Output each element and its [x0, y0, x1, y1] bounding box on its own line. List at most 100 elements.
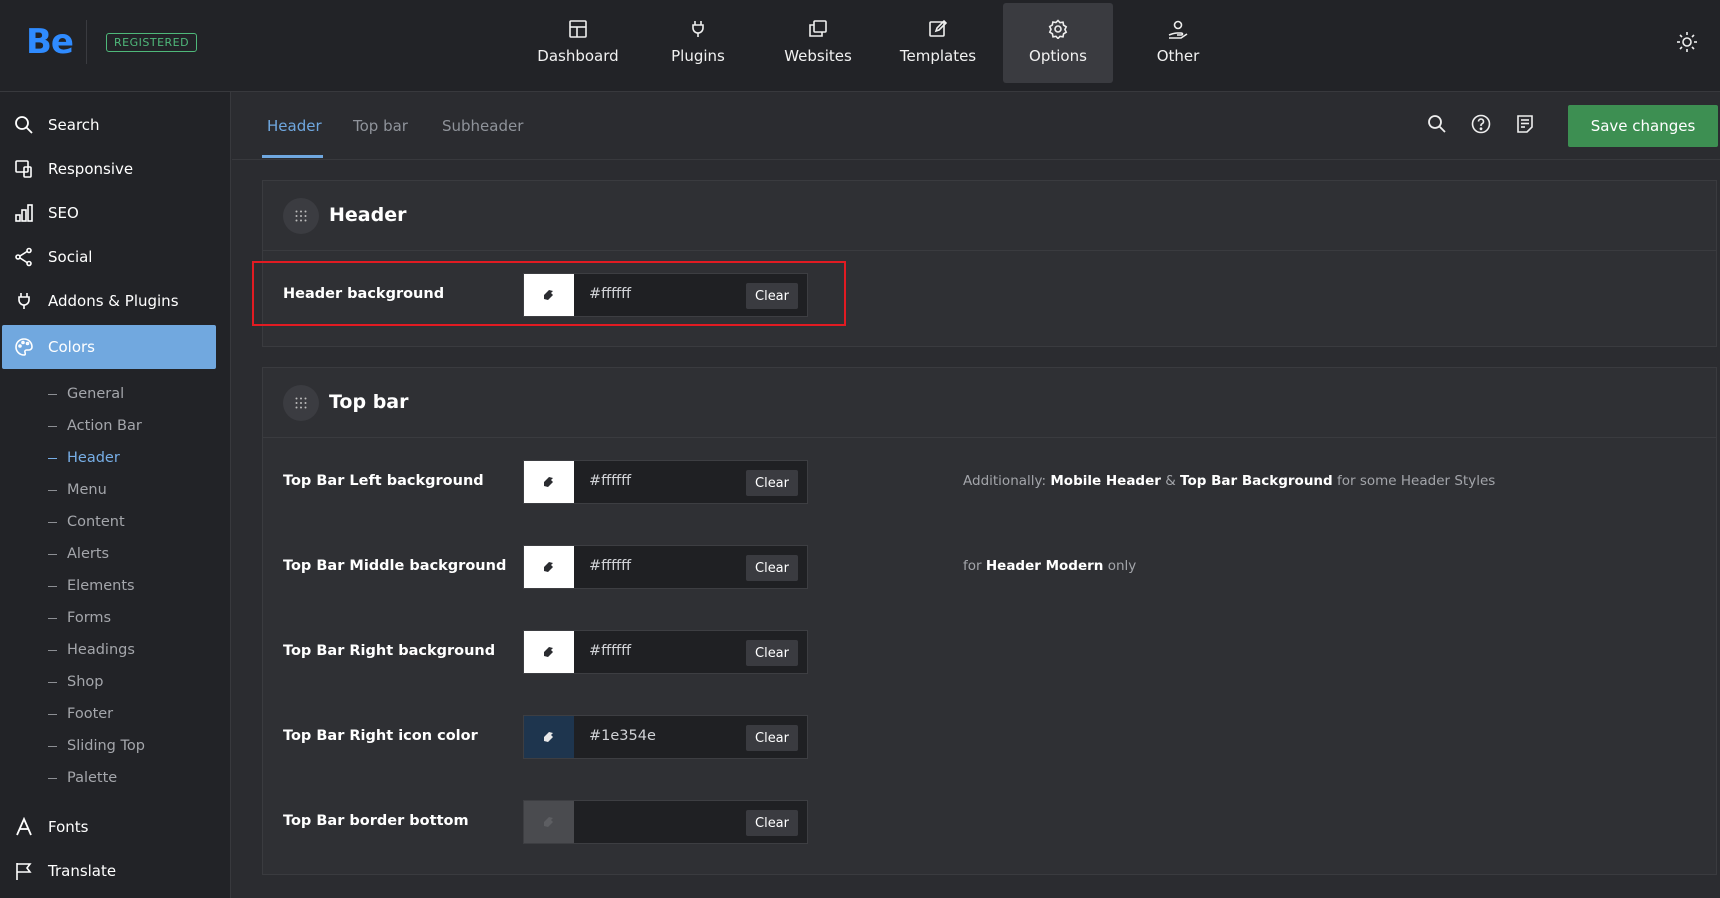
eyedropper-icon — [544, 477, 553, 487]
top-bar: Be REGISTERED Dashboard Plugins Websites… — [0, 0, 1720, 92]
sidebar-sub-alerts[interactable]: Alerts — [48, 546, 109, 562]
search-icon — [15, 116, 33, 134]
sidebar-item-responsive[interactable]: Responsive — [2, 147, 216, 191]
clear-button[interactable]: Clear — [746, 640, 798, 666]
sidebar-sub-headings[interactable]: Headings — [48, 642, 135, 658]
field-hint: for Header Modern only — [963, 558, 1137, 574]
sidebar-item-colors[interactable]: Colors — [2, 325, 216, 369]
color-swatch[interactable] — [524, 461, 574, 503]
nav-options[interactable]: Options — [1003, 3, 1113, 83]
templates-icon — [929, 19, 948, 37]
field-label: Top Bar Right background — [283, 643, 496, 659]
sidebar-item-label: Translate — [48, 862, 117, 880]
color-picker-top-bar-left[interactable]: #ffffff Clear — [523, 460, 808, 504]
responsive-icon — [15, 160, 32, 178]
sidebar-item-search[interactable]: Search — [2, 103, 216, 147]
field-label: Top Bar Left background — [283, 473, 484, 489]
color-swatch[interactable] — [524, 546, 574, 588]
sidebar-item-social[interactable]: Social — [2, 235, 216, 279]
sidebar-item-label: Addons & Plugins — [48, 292, 179, 310]
sidebar-sub-content[interactable]: Content — [48, 514, 125, 530]
nav-label: Options — [1029, 47, 1087, 65]
nav-label: Templates — [899, 47, 977, 65]
websites-icon — [809, 20, 827, 37]
logo[interactable]: Be — [26, 22, 74, 62]
hex-value[interactable]: #ffffff — [589, 643, 631, 659]
clear-button[interactable]: Clear — [746, 725, 798, 751]
plug-icon — [692, 21, 704, 37]
hex-value[interactable]: #ffffff — [589, 558, 631, 574]
color-picker-top-bar-right[interactable]: #ffffff Clear — [523, 630, 808, 674]
color-picker-top-bar-middle[interactable]: #ffffff Clear — [523, 545, 808, 589]
help-icon[interactable] — [1471, 114, 1491, 134]
sidebar-sub-action-bar[interactable]: Action Bar — [48, 418, 142, 434]
bar-chart-icon — [15, 204, 33, 222]
color-swatch[interactable] — [524, 631, 574, 673]
flag-icon — [16, 863, 32, 880]
nav-other[interactable]: Other — [1123, 3, 1233, 83]
eyedropper-icon — [544, 647, 553, 657]
panel-title: Top bar — [329, 391, 409, 413]
topbar-panel: Top bar Top Bar Left background #ffffff … — [262, 367, 1717, 875]
sidebar-item-seo[interactable]: SEO — [2, 191, 216, 235]
sidebar-item-addons[interactable]: Addons & Plugins — [2, 279, 216, 323]
sidebar-sub-sliding-top[interactable]: Sliding Top — [48, 738, 145, 754]
sidebar-sub-general[interactable]: General — [48, 386, 124, 402]
tab-subheader[interactable]: Subheader — [442, 117, 523, 135]
active-tab-indicator — [262, 155, 323, 158]
nav-plugins[interactable]: Plugins — [643, 3, 753, 83]
color-swatch[interactable] — [524, 801, 574, 843]
tab-top-bar[interactable]: Top bar — [353, 117, 408, 135]
sidebar-item-label: Colors — [48, 338, 95, 356]
clear-button[interactable]: Clear — [746, 470, 798, 496]
tab-header[interactable]: Header — [267, 117, 322, 135]
field-label: Top Bar Right icon color — [283, 728, 478, 744]
eyedropper-icon — [544, 562, 553, 572]
sidebar-sub-shop[interactable]: Shop — [48, 674, 103, 690]
nav-label: Dashboard — [537, 47, 619, 65]
nav-dashboard[interactable]: Dashboard — [523, 3, 633, 83]
hex-value[interactable]: #1e354e — [589, 728, 656, 744]
sun-icon[interactable] — [1676, 31, 1698, 53]
sidebar-sub-footer[interactable]: Footer — [48, 706, 113, 722]
nav-label: Websites — [784, 47, 852, 65]
dashboard-icon — [569, 20, 587, 38]
eyedropper-icon — [544, 732, 553, 742]
clear-button[interactable]: Clear — [746, 555, 798, 581]
color-swatch[interactable] — [524, 716, 574, 758]
sidebar-sub-header[interactable]: Header — [48, 450, 120, 466]
sidebar-item-label: Search — [48, 116, 100, 134]
field-hint: Additionally: Mobile Header & Top Bar Ba… — [963, 473, 1496, 489]
color-picker-top-bar-border[interactable]: Clear — [523, 800, 808, 844]
clear-button[interactable]: Clear — [746, 810, 798, 836]
drag-handle[interactable] — [283, 198, 319, 234]
hex-value[interactable]: #ffffff — [589, 473, 631, 489]
share-icon — [15, 247, 32, 267]
sidebar-sub-forms[interactable]: Forms — [48, 610, 111, 626]
sidebar-item-fonts[interactable]: Fonts — [2, 805, 216, 849]
sidebar-item-label: Social — [48, 248, 93, 266]
registered-badge: REGISTERED — [106, 33, 198, 52]
gear-icon — [1048, 19, 1068, 39]
sidebar-sub-menu[interactable]: Menu — [48, 482, 107, 498]
field-label: Top Bar border bottom — [283, 813, 469, 829]
notes-icon[interactable] — [1515, 114, 1535, 134]
sidebar-item-label: Responsive — [48, 160, 134, 178]
panel-header: Header — [263, 181, 1716, 251]
sidebar-item-label: Fonts — [48, 818, 89, 836]
nav-label: Other — [1156, 47, 1200, 65]
drag-handle[interactable] — [283, 385, 319, 421]
font-icon — [16, 817, 32, 836]
save-changes-button[interactable]: Save changes — [1568, 105, 1718, 147]
sidebar-sub-palette[interactable]: Palette — [48, 770, 117, 786]
color-picker-top-bar-right-icon[interactable]: #1e354e Clear — [523, 715, 808, 759]
panel-title: Header — [329, 204, 407, 226]
eyedropper-icon — [544, 817, 553, 827]
sidebar-item-label: SEO — [48, 204, 79, 222]
nav-templates[interactable]: Templates — [883, 3, 993, 83]
nav-websites[interactable]: Websites — [763, 3, 873, 83]
sidebar-sub-elements[interactable]: Elements — [48, 578, 135, 594]
search-icon[interactable] — [1427, 114, 1447, 134]
sidebar-item-translate[interactable]: Translate — [2, 849, 216, 893]
logo-divider — [86, 20, 87, 64]
